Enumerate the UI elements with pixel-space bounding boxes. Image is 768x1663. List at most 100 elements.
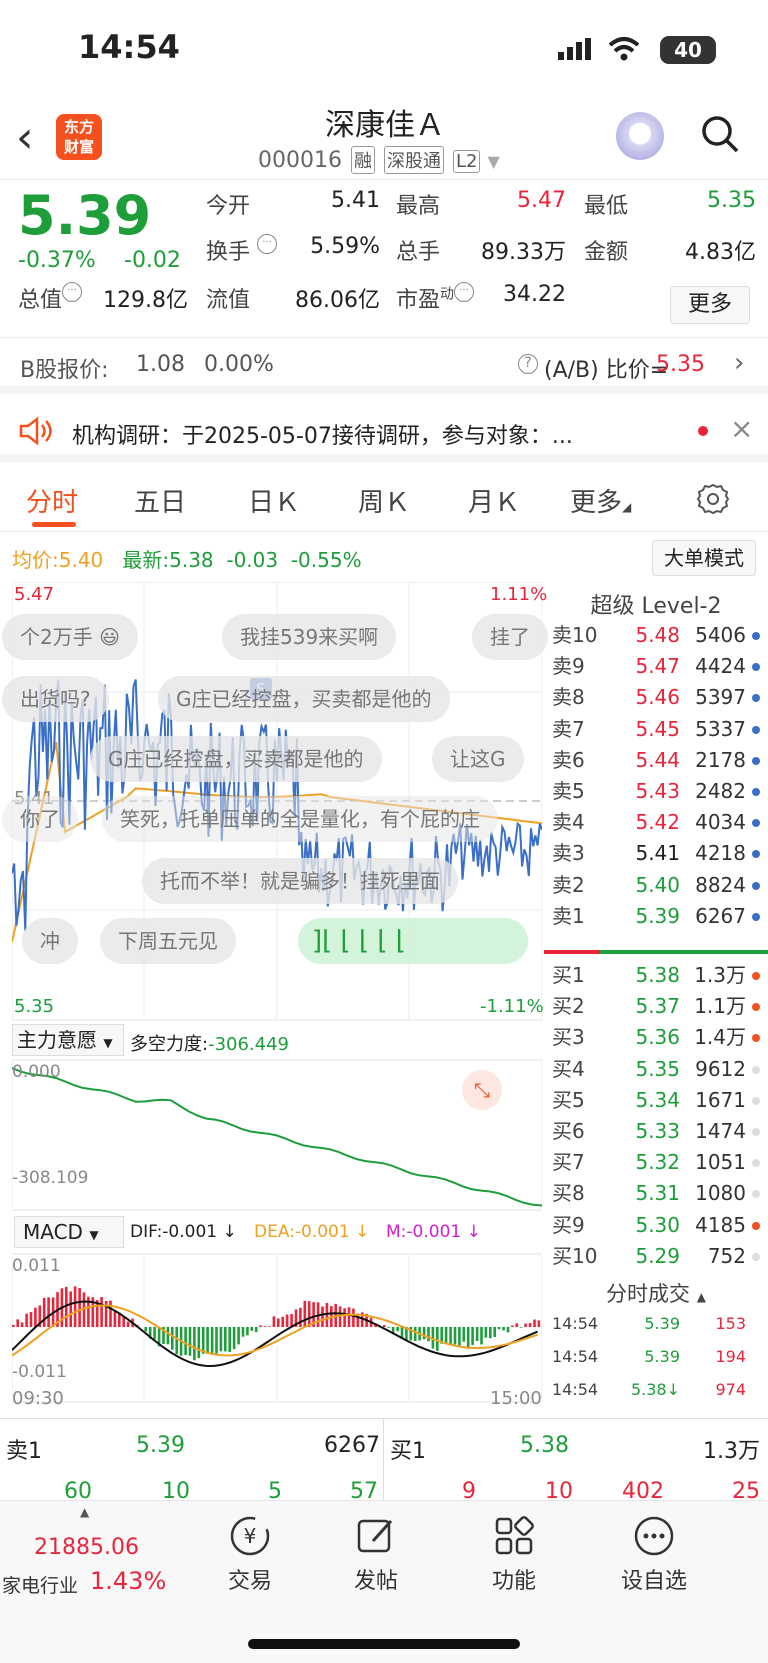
level-volume: 4034 xyxy=(695,810,746,835)
ask-row[interactable]: 卖8 5.46 5397 xyxy=(544,682,768,713)
grid-apps-icon xyxy=(495,1516,534,1555)
notice-bar[interactable]: 机构调研：于2025-05-07接待调研，参与对象：... × xyxy=(0,402,768,462)
pe-label[interactable]: 市盈动 ··· xyxy=(396,282,475,314)
tab-five-day[interactable]: 五日 xyxy=(134,482,186,519)
comment-bubble[interactable]: 我挂539来买啊 xyxy=(222,614,397,660)
low-label: 最低 xyxy=(584,194,629,219)
comment-bubble[interactable]: 挂了 xyxy=(472,614,548,660)
mf-top-label: 0.000 xyxy=(12,1062,61,1082)
stock-code-row[interactable]: 000016 融 深股通 L2 ▼ xyxy=(258,146,500,174)
search-icon[interactable] xyxy=(700,114,740,154)
comment-bubble[interactable]: G庄已经控盘，买卖都是他的 xyxy=(158,676,450,722)
level-label: 买8 xyxy=(552,1181,585,1206)
tab-more[interactable]: 更多◢ xyxy=(570,482,631,519)
big-order-mode-button[interactable]: 大单模式 xyxy=(652,540,756,576)
comment-bubble[interactable]: 托而不举！就是骗多！挂死里面 xyxy=(142,858,458,904)
price-bottom-label: 5.35 xyxy=(14,996,55,1017)
ask-row[interactable]: 卖6 5.44 2178 xyxy=(544,745,768,776)
chevron-right-icon: › xyxy=(734,348,745,378)
tab-daily-k[interactable]: 日Ｋ xyxy=(248,482,300,519)
indicator-select[interactable]: 主力意愿 ▼ xyxy=(12,1024,124,1056)
turnover-label[interactable]: 换手 ··· xyxy=(206,234,278,266)
level-label: 卖9 xyxy=(552,654,585,679)
l2-tag: L2 xyxy=(452,150,481,173)
comment-bubble[interactable]: 让这G xyxy=(432,736,524,782)
level-label: 卖4 xyxy=(552,810,585,835)
laugh-emoji-bubble[interactable]: ]⌊ ⌊ ⌊ ⌊ ⌊ xyxy=(298,918,528,964)
comment-bubble[interactable]: 下周五元见 xyxy=(100,918,236,964)
tab-weekly-k[interactable]: 周Ｋ xyxy=(358,482,410,519)
close-icon[interactable]: × xyxy=(730,412,753,445)
tab-post[interactable]: 发帖 xyxy=(326,1513,426,1595)
bid-row[interactable]: 买4 5.35 9612 xyxy=(544,1054,768,1085)
tab-add-watchlist[interactable]: 设自选 xyxy=(604,1513,704,1595)
level-volume: 1080 xyxy=(695,1181,746,1206)
bid-row[interactable]: 买3 5.36 1.4万 xyxy=(544,1022,768,1053)
buy1-vol: 1.3万 xyxy=(703,1439,760,1464)
comment-bubble[interactable]: 你了 xyxy=(2,796,78,842)
level-price: 5.30 xyxy=(635,1212,680,1237)
bid-row[interactable]: 买9 5.30 4185 xyxy=(544,1210,768,1241)
comment-bubble[interactable]: 个2万手 😃 xyxy=(2,614,138,660)
level-price: 5.42 xyxy=(635,810,680,835)
turnover-value: 5.59% xyxy=(310,234,380,259)
level-label: 卖7 xyxy=(552,716,585,741)
bid-row[interactable]: 买5 5.34 1671 xyxy=(544,1085,768,1116)
ask-row[interactable]: 卖5 5.43 2482 xyxy=(544,776,768,807)
tab-trade[interactable]: ¥ 交易 xyxy=(200,1513,300,1595)
bid-row[interactable]: 买1 5.38 1.3万 xyxy=(544,960,768,991)
tab-intraday[interactable]: 分时 xyxy=(26,482,78,519)
level-volume: 1671 xyxy=(695,1087,746,1112)
change-pct: -0.37% xyxy=(18,248,96,273)
help-icon[interactable]: ? xyxy=(518,354,538,374)
ab-ratio-value: 5.35 xyxy=(656,352,705,377)
b-share-row[interactable]: B股报价: 1.08 0.00% ? (A/B) 比价= 5.35 › xyxy=(0,338,768,394)
tick-price: 5.39 xyxy=(644,1347,680,1366)
tick-time: 14:54 xyxy=(552,1380,599,1399)
yen-cycle-icon: ¥ xyxy=(230,1516,270,1556)
mktcap-label[interactable]: 总值 ··· xyxy=(18,282,83,314)
macd-select[interactable]: MACD ▼ xyxy=(14,1216,124,1248)
tab-functions[interactable]: 功能 xyxy=(464,1513,564,1595)
ask-row[interactable]: 卖4 5.42 4034 xyxy=(544,807,768,838)
float-label: 流值 xyxy=(206,288,251,313)
bid-row[interactable]: 买2 5.37 1.1万 xyxy=(544,991,768,1022)
level-label: 卖6 xyxy=(552,747,585,772)
order-dot xyxy=(752,1128,760,1136)
level-price: 5.34 xyxy=(635,1087,680,1112)
level-label: 买6 xyxy=(552,1119,585,1143)
settings-gear-icon[interactable] xyxy=(696,482,730,516)
unread-dot xyxy=(698,426,708,436)
more-button[interactable]: 更多 xyxy=(670,286,750,324)
back-icon[interactable]: ‹ xyxy=(16,112,34,163)
ask-row[interactable]: 卖9 5.47 4424 xyxy=(544,651,768,682)
cellular-signal-icon xyxy=(558,38,591,60)
comment-bubble[interactable]: G庄已经控盘，买卖都是他的 xyxy=(90,736,382,782)
ask-row[interactable]: 卖7 5.45 5337 xyxy=(544,714,768,745)
comment-bubble[interactable]: 笑死，托单压单的全是量化，有个屁的庄 xyxy=(102,796,498,842)
intraday-chart[interactable]: 5.47 5.35 1.11% -1.11% 5.41 S 个2万手 😃 我挂5… xyxy=(2,581,548,1412)
ask-row[interactable]: 卖1 5.39 6267 xyxy=(544,901,768,932)
order-dot xyxy=(752,725,760,734)
ask-row[interactable]: 卖3 5.41 4218 xyxy=(544,838,768,869)
level-volume: 5406 xyxy=(695,623,746,647)
active-tab-indicator xyxy=(32,522,76,527)
comment-bubble[interactable]: 冲 xyxy=(22,918,78,964)
bid-row[interactable]: 买8 5.31 1080 xyxy=(544,1178,768,1209)
level-price: 5.43 xyxy=(635,779,680,803)
assistant-avatar-icon[interactable] xyxy=(616,112,664,160)
industry-index[interactable]: ▲ 21885.06 家电行业 1.43% xyxy=(0,1501,176,1611)
connect-tag: 深股通 xyxy=(383,146,444,174)
order-dot xyxy=(752,972,760,980)
bid-row[interactable]: 买7 5.32 1051 xyxy=(544,1147,768,1178)
bid-row[interactable]: 买10 5.29 752 xyxy=(544,1241,768,1272)
comment-bubble[interactable]: 出货吗? xyxy=(2,676,109,722)
bid-row[interactable]: 买6 5.33 1474 xyxy=(544,1116,768,1147)
expand-icon[interactable]: ⤡ xyxy=(462,1070,502,1110)
ask-row[interactable]: 卖2 5.40 8824 xyxy=(544,870,768,901)
tab-monthly-k[interactable]: 月Ｋ xyxy=(468,482,520,519)
level-price: 5.33 xyxy=(635,1119,680,1143)
ask-row[interactable]: 卖10 5.48 5406 xyxy=(544,620,768,651)
order-dot xyxy=(752,1221,760,1230)
level-volume: 752 xyxy=(707,1243,746,1268)
